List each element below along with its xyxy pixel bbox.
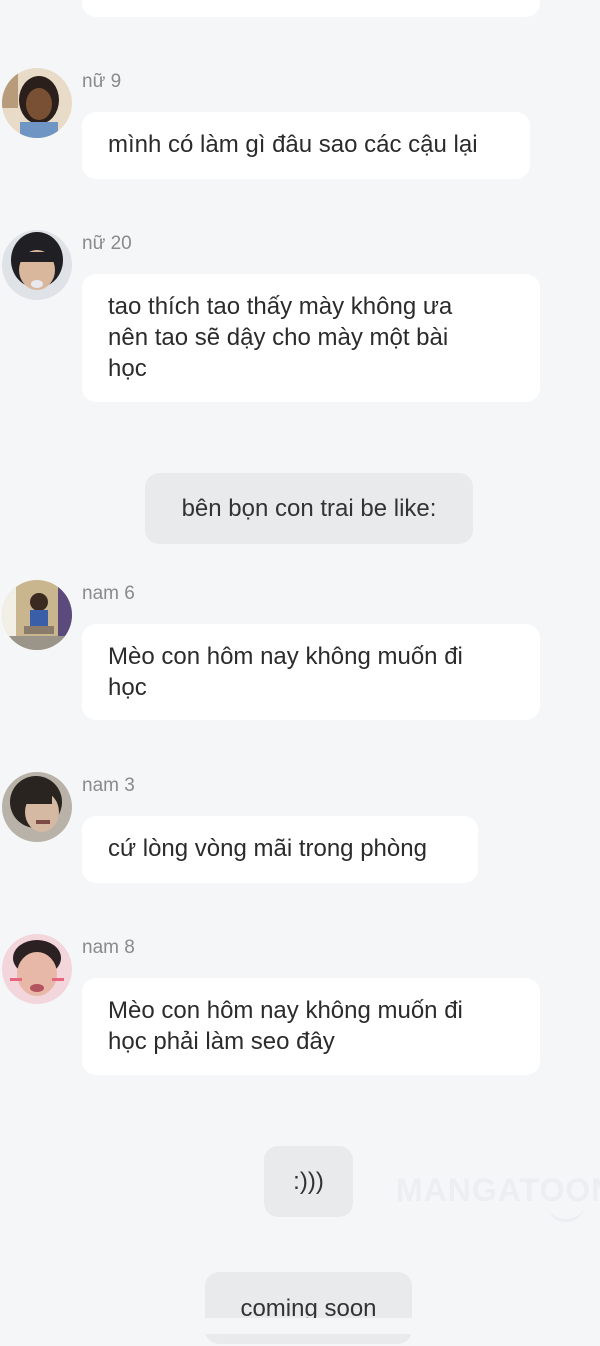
avatar[interactable] [2,580,72,650]
message-text-line: Mèo con hôm nay không muốn đi [108,997,463,1024]
sender-name: nữ 20 [82,233,132,254]
message-text-line: học [108,674,147,701]
message-text-line: học phải làm seo đây [108,1028,335,1055]
narration-bubble: :))) [264,1146,353,1217]
sender-name: nam 8 [82,937,135,958]
avatar-image [2,68,72,138]
message-bubble[interactable]: cứ lòng vòng mãi trong phòng [82,816,478,883]
bottom-edge [0,1318,600,1334]
narration-text: bên bọn con trai be like: [181,495,437,522]
message-bubble[interactable]: tao thích tao thấy mày không ưa nên tao … [82,274,540,402]
avatar-image [2,772,72,842]
avatar[interactable] [2,772,72,842]
message-text-line: nên tao sẽ dậy cho mày một bài [108,324,449,351]
avatar[interactable] [2,934,72,1004]
message-bubble[interactable]: Mèo con hôm nay không muốn đi học [82,624,540,720]
avatar[interactable] [2,68,72,138]
avatar-image [2,230,72,300]
narration-text: :))) [293,1168,324,1195]
sender-name: nam 6 [82,583,135,604]
message-text-line: học [108,355,147,382]
narration-bubble: bên bọn con trai be like: [145,473,473,544]
message-text-line: tao thích tao thấy mày không ưa [108,293,453,320]
avatar-image [2,934,72,1004]
sender-name: nữ 9 [82,71,122,92]
sender-name: nam 3 [82,775,135,796]
avatar-image [2,580,72,650]
message-bubble[interactable]: Mèo con hôm nay không muốn đi học phải l… [82,978,540,1075]
message-bubble[interactable]: mình có làm gì đâu sao các cậu lại [82,112,530,179]
watermark-logo: MANGATOON [396,1172,600,1208]
watermark-smile-icon [548,1205,584,1222]
previous-message-bubble [82,0,540,17]
avatar[interactable] [2,230,72,300]
message-text: cứ lòng vòng mãi trong phòng [108,835,427,862]
message-text: mình có làm gì đâu sao các cậu lại [108,131,478,158]
message-text-line: Mèo con hôm nay không muốn đi [108,643,463,670]
